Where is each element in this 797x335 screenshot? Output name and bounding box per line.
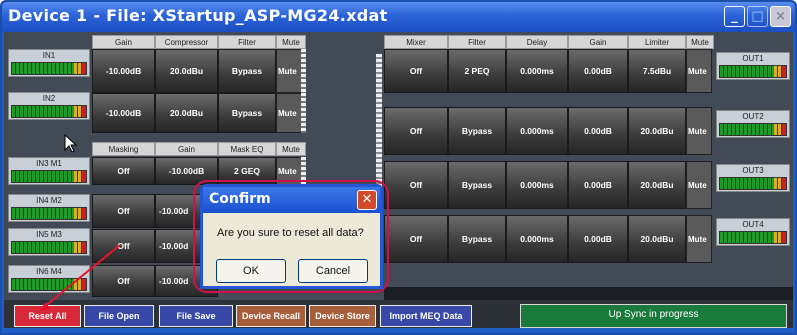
- confirm-dialog: Confirm ✕ Are you sure to reset all data…: [200, 184, 383, 289]
- dialog-title: Confirm: [203, 187, 380, 213]
- dialog-close-button[interactable]: ✕: [357, 190, 377, 210]
- ok-button[interactable]: OK: [216, 259, 286, 283]
- dialog-message: Are you sure to reset all data?: [217, 227, 364, 239]
- cancel-button[interactable]: Cancel: [298, 259, 368, 283]
- annotation-arrow-icon: [38, 244, 121, 312]
